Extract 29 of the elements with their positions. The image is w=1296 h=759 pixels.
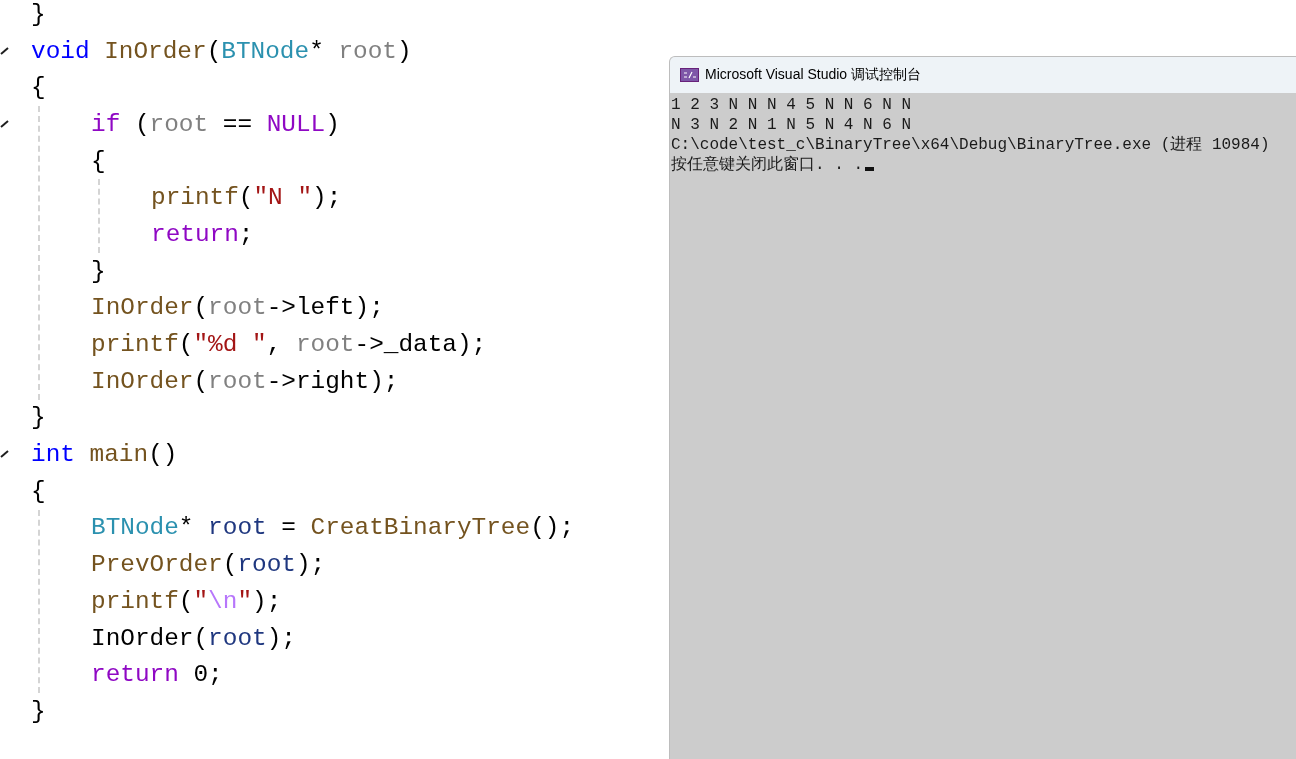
code-line: printf("\n");: [91, 587, 282, 615]
code-line: {: [91, 147, 106, 175]
code-line: int main(): [31, 441, 178, 469]
code-line: printf("%d ", root->_data);: [91, 331, 487, 359]
code-line: }: [31, 697, 46, 725]
window-title: Microsoft Visual Studio 调试控制台: [705, 66, 922, 84]
collapse-icon[interactable]: [0, 46, 9, 56]
code-line: BTNode* root = CreatBinaryTree();: [91, 514, 575, 542]
console-output: N 3 N 2 N 1 N 5 N 4 N 6 N: [671, 115, 912, 135]
console-output: 1 2 3 N N N 4 5 N N 6 N N: [671, 95, 912, 115]
code-line: InOrder(root);: [91, 624, 296, 652]
code-line: return 0;: [91, 661, 223, 689]
code-line: }: [31, 0, 46, 28]
console-output: 按任意键关闭此窗口. . .: [671, 155, 863, 175]
code-line: void InOrder(BTNode* root): [31, 37, 412, 65]
console-output: C:\code\test_c\BinaryTree\x64\Debug\BinaryTree.exe (进程 10984): [671, 135, 1270, 155]
code-line: }: [91, 257, 106, 285]
collapse-icon[interactable]: [0, 450, 9, 460]
code-line: {: [31, 477, 46, 505]
code-line: {: [31, 74, 46, 102]
console-app-icon: [680, 68, 699, 82]
code-line: if (root == NULL): [91, 110, 340, 138]
code-line: printf("N ");: [151, 184, 342, 212]
code-line: InOrder(root->left);: [91, 294, 384, 322]
code-line: return;: [151, 220, 254, 248]
code-line: InOrder(root->right);: [91, 367, 399, 395]
code-line: }: [31, 404, 46, 432]
collapse-icon[interactable]: [0, 119, 9, 129]
code-line: PrevOrder(root);: [91, 551, 326, 579]
